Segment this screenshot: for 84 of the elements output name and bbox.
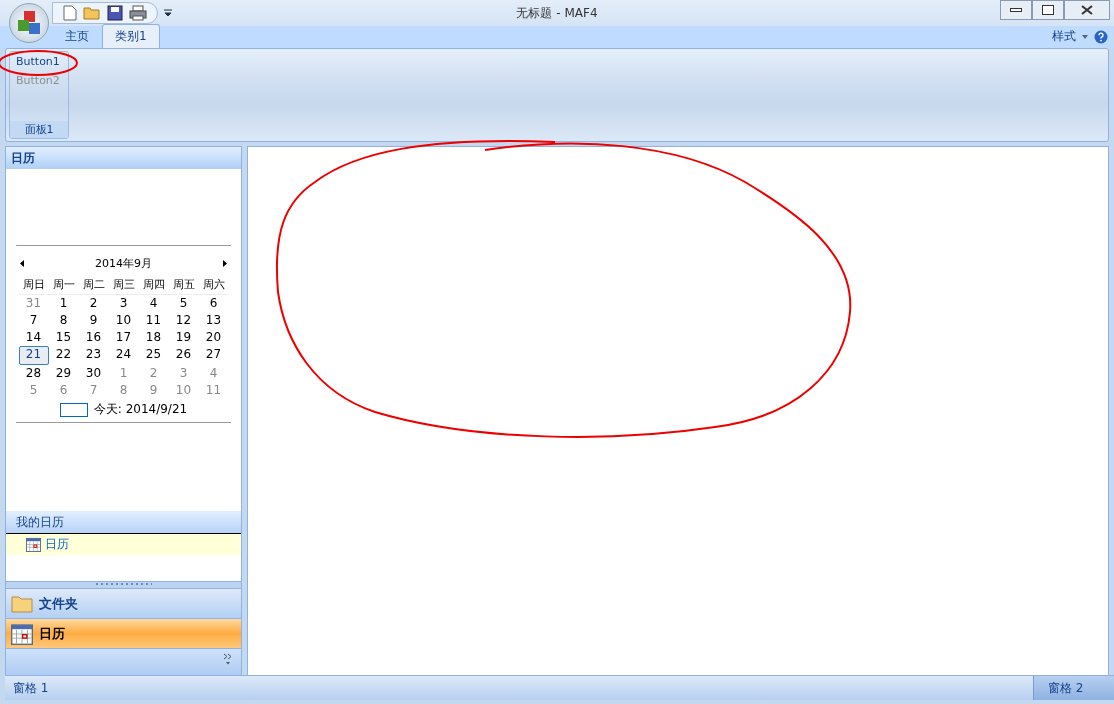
calendar-day[interactable]: 7 xyxy=(18,312,49,329)
weekday-label: 周四 xyxy=(138,275,169,295)
calendar-day[interactable]: 6 xyxy=(48,382,79,399)
weekday-label: 周日 xyxy=(18,275,49,295)
calendar-day[interactable]: 26 xyxy=(168,346,199,363)
minimize-icon xyxy=(1010,8,1022,12)
calendar-day[interactable]: 1 xyxy=(108,365,139,382)
calendar-day[interactable]: 13 xyxy=(198,312,229,329)
status-pane: 窗格 2 xyxy=(1033,676,1114,700)
previous-month-icon[interactable] xyxy=(20,260,24,267)
chevron-menu-icon[interactable] xyxy=(223,653,233,665)
calendar-day[interactable]: 9 xyxy=(138,382,169,399)
help-icon[interactable] xyxy=(1094,29,1108,44)
maximize-button[interactable] xyxy=(1032,0,1064,20)
pane-header: 日历 xyxy=(6,147,241,169)
month-title: 2014年9月 xyxy=(95,256,152,271)
folder-icon xyxy=(11,594,33,613)
calendar-day[interactable]: 24 xyxy=(108,346,139,363)
navigation-button[interactable]: 日历 xyxy=(6,618,241,648)
calendar-day[interactable]: 11 xyxy=(138,312,169,329)
calendar-day[interactable]: 20 xyxy=(198,329,229,346)
calendar-day[interactable]: 31 xyxy=(18,295,49,312)
calendar-day[interactable]: 16 xyxy=(78,329,109,346)
today-link[interactable]: 今天: 2014/9/21 xyxy=(93,401,188,418)
calendar-day[interactable]: 3 xyxy=(168,365,199,382)
calendar-day[interactable]: 19 xyxy=(168,329,199,346)
cubes-logo-icon xyxy=(16,10,42,36)
navigation-button[interactable]: 文件夹 xyxy=(6,588,241,618)
close-button[interactable] xyxy=(1064,0,1110,20)
calendar-day[interactable]: 3 xyxy=(108,295,139,312)
style-menu[interactable]: 样式 xyxy=(1052,28,1076,45)
calendar-day[interactable]: 6 xyxy=(198,295,229,312)
calendar-day[interactable]: 18 xyxy=(138,329,169,346)
calendar-day[interactable]: 9 xyxy=(78,312,109,329)
calendar-day[interactable]: 30 xyxy=(78,365,109,382)
calendar-day[interactable]: 5 xyxy=(18,382,49,399)
weekday-label: 周二 xyxy=(78,275,109,295)
printer-icon[interactable] xyxy=(129,5,147,21)
calendar-day[interactable]: 12 xyxy=(168,312,199,329)
calendar-day[interactable]: 23 xyxy=(78,346,109,363)
dropdown-caret-icon[interactable] xyxy=(1082,34,1088,39)
today-marker xyxy=(59,402,88,417)
panel-title: 面板1 xyxy=(10,121,68,138)
calendar-day[interactable]: 21 xyxy=(18,346,49,365)
calendar-day[interactable]: 8 xyxy=(108,382,139,399)
calendar-day[interactable]: 2 xyxy=(138,365,169,382)
calendar-day[interactable]: 4 xyxy=(198,365,229,382)
calendar-day[interactable]: 1 xyxy=(48,295,79,312)
weekday-label: 周六 xyxy=(198,275,229,295)
group-header: 我的日历 xyxy=(6,511,241,534)
calendar-day[interactable]: 2 xyxy=(78,295,109,312)
customize-dropdown-icon[interactable] xyxy=(164,9,172,17)
calendar-day[interactable]: 5 xyxy=(168,295,199,312)
close-icon xyxy=(1081,5,1093,15)
status-pane: 窗格 1 xyxy=(12,680,50,697)
calendar-icon xyxy=(26,537,41,552)
calendar-day[interactable]: 25 xyxy=(138,346,169,363)
minimize-button[interactable] xyxy=(1000,0,1032,20)
calendar-list-item[interactable]: 日历 xyxy=(6,534,241,555)
next-month-icon[interactable] xyxy=(223,260,227,267)
maximize-icon xyxy=(1042,5,1054,15)
calendar-day[interactable]: 11 xyxy=(198,382,229,399)
calendar-day[interactable]: 22 xyxy=(48,346,79,363)
calendar-day[interactable]: 8 xyxy=(48,312,79,329)
calendar-day[interactable]: 27 xyxy=(198,346,229,363)
calendar-day[interactable]: 7 xyxy=(78,382,109,399)
calendar-day[interactable]: 15 xyxy=(48,329,79,346)
ribbon-tab[interactable]: 类别1 xyxy=(102,24,160,48)
weekday-label: 周三 xyxy=(108,275,139,295)
calendar-day[interactable]: 10 xyxy=(108,312,139,329)
calendar-day[interactable]: 4 xyxy=(138,295,169,312)
calendar-icon xyxy=(11,622,33,645)
grip-icon[interactable] xyxy=(93,582,154,586)
new-document-icon[interactable] xyxy=(63,5,77,21)
weekday-label: 周一 xyxy=(48,275,79,295)
calendar-day[interactable]: 29 xyxy=(48,365,79,382)
calendar-day[interactable]: 14 xyxy=(18,329,49,346)
calendar-day[interactable]: 17 xyxy=(108,329,139,346)
weekday-label: 周五 xyxy=(168,275,199,295)
calendar-day[interactable]: 28 xyxy=(18,365,49,382)
window-title: 无标题 - MAF4 xyxy=(516,4,598,22)
calendar-day[interactable]: 10 xyxy=(168,382,199,399)
ribbon-tab[interactable]: 主页 xyxy=(52,24,102,48)
application-button[interactable] xyxy=(9,3,49,43)
